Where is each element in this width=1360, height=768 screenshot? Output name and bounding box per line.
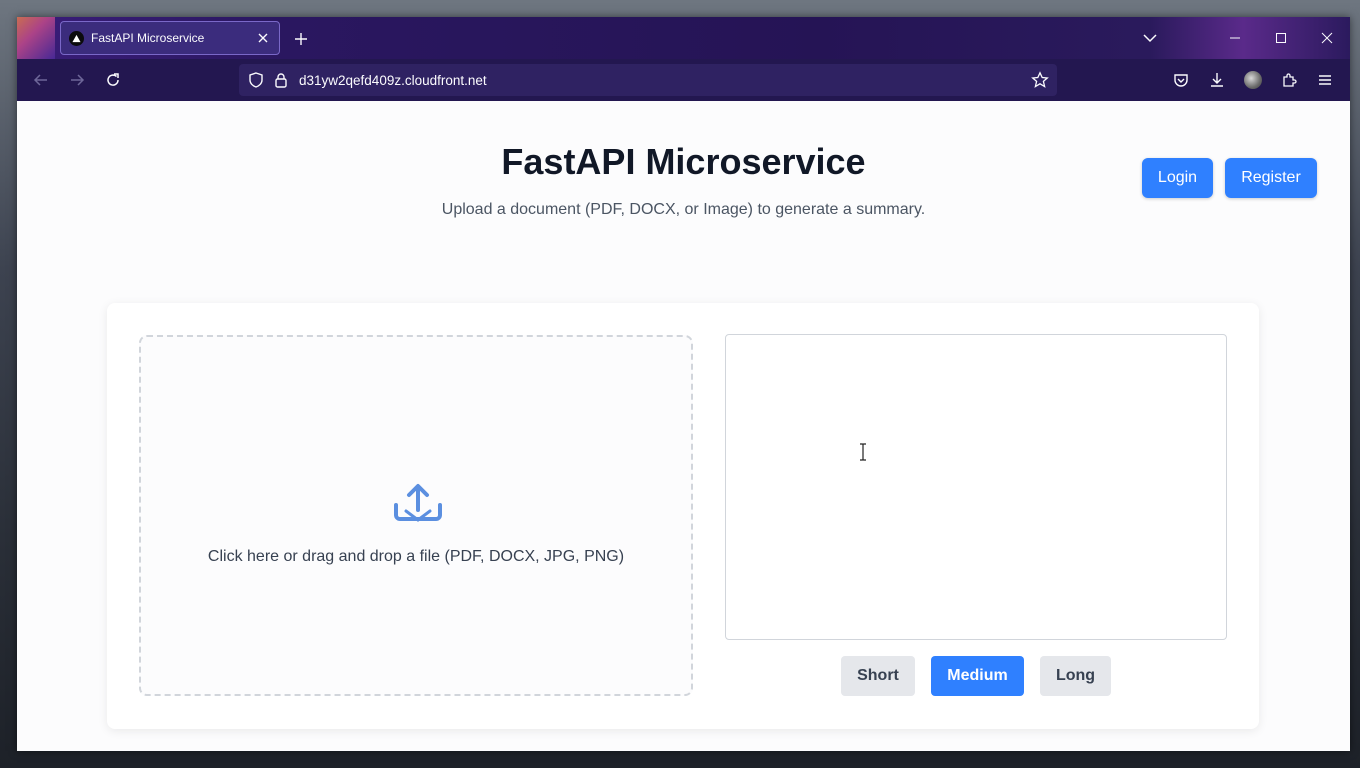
length-long-button[interactable]: Long bbox=[1040, 656, 1111, 696]
text-cursor-icon bbox=[860, 443, 866, 461]
tabbar-decoration bbox=[17, 17, 55, 59]
dropzone-text: Click here or drag and drop a file (PDF,… bbox=[207, 548, 625, 565]
plus-icon[interactable] bbox=[291, 29, 311, 49]
lock-icon[interactable] bbox=[273, 72, 289, 88]
summary-output[interactable] bbox=[725, 334, 1227, 640]
reload-icon[interactable] bbox=[104, 71, 122, 89]
tab-title: FastAPI Microservice bbox=[91, 31, 205, 45]
window-close-icon[interactable] bbox=[1304, 17, 1350, 59]
chevron-down-icon[interactable] bbox=[1141, 29, 1159, 47]
pocket-icon[interactable] bbox=[1172, 71, 1190, 89]
address-bar[interactable]: d31yw2qefd409z.cloudfront.net bbox=[239, 64, 1057, 96]
tab-bar: FastAPI Microservice bbox=[17, 17, 1350, 59]
nav-bar: d31yw2qefd409z.cloudfront.net bbox=[17, 59, 1350, 101]
login-button[interactable]: Login bbox=[1142, 158, 1213, 198]
page-subtitle: Upload a document (PDF, DOCX, or Image) … bbox=[441, 201, 926, 218]
upload-icon bbox=[394, 484, 442, 522]
close-icon[interactable] bbox=[255, 30, 271, 46]
hamburger-icon[interactable] bbox=[1316, 71, 1334, 89]
download-icon[interactable] bbox=[1208, 71, 1226, 89]
url-text[interactable]: d31yw2qefd409z.cloudfront.net bbox=[299, 73, 1031, 88]
minimize-icon[interactable] bbox=[1212, 17, 1258, 59]
browser-tab[interactable]: FastAPI Microservice bbox=[60, 21, 280, 55]
avatar-icon[interactable] bbox=[1244, 71, 1262, 89]
register-button[interactable]: Register bbox=[1225, 158, 1317, 198]
length-medium-button[interactable]: Medium bbox=[931, 656, 1024, 696]
file-dropzone[interactable]: Click here or drag and drop a file (PDF,… bbox=[139, 335, 693, 696]
summary-card: Click here or drag and drop a file (PDF,… bbox=[107, 303, 1259, 729]
puzzle-icon[interactable] bbox=[1280, 71, 1298, 89]
browser-window: FastAPI Microservice d31yw2qefd409z.clou… bbox=[17, 17, 1350, 751]
star-icon[interactable] bbox=[1031, 71, 1049, 89]
shield-icon[interactable] bbox=[247, 71, 265, 89]
arrow-left-icon[interactable] bbox=[32, 71, 50, 89]
maximize-icon[interactable] bbox=[1258, 17, 1304, 59]
length-short-button[interactable]: Short bbox=[841, 656, 915, 696]
arrow-right-icon[interactable] bbox=[68, 71, 86, 89]
page-content: FastAPI Microservice Upload a document (… bbox=[17, 101, 1350, 751]
triangle-logo-icon bbox=[69, 30, 84, 46]
